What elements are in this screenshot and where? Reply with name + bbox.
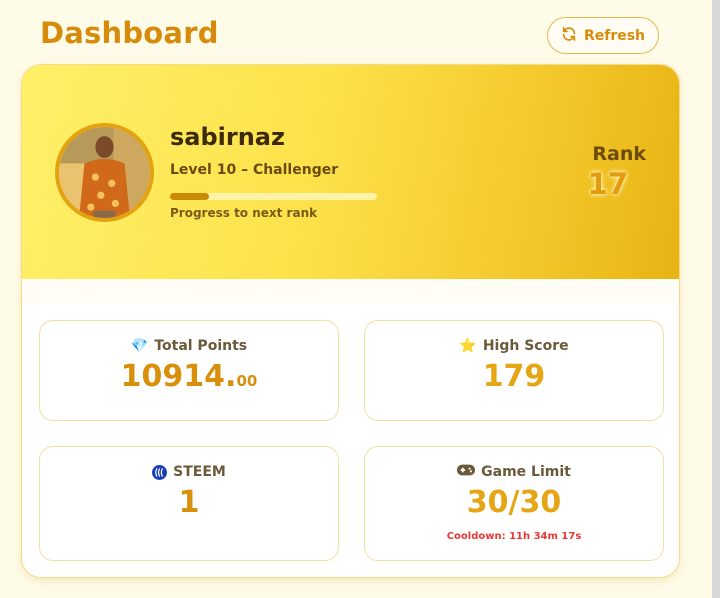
progress-label: Progress to next rank	[170, 206, 318, 220]
rank-progress-fill	[170, 193, 210, 200]
rank-progress-bar	[170, 193, 377, 200]
stat-value-steem: 1	[178, 485, 200, 520]
stat-label-game-limit: Game Limit	[481, 464, 571, 480]
cooldown-timer: Cooldown: 11h 34m 17s	[446, 531, 582, 542]
total-points-integer: 10914.	[120, 359, 237, 394]
refresh-icon	[561, 26, 577, 46]
hero-spacer	[22, 279, 679, 303]
dashboard-header: Dashboard Refresh	[40, 14, 660, 58]
profile-card: sabirnaz Level 10 – Challenger Progress …	[21, 64, 680, 578]
refresh-button[interactable]: Refresh	[547, 17, 659, 54]
stat-value-high-score: 179	[482, 359, 546, 394]
stat-value-total-points: 10914.00	[40, 359, 338, 394]
gamepad-icon	[457, 464, 476, 480]
stat-label-total-points: Total Points	[154, 338, 248, 354]
level-text: Level 10 – Challenger	[170, 162, 339, 178]
stat-card-high-score: ⭐ High Score 179	[364, 320, 664, 421]
stat-value-game-limit: 30/30	[466, 485, 562, 520]
stat-label-high-score: High Score	[482, 338, 569, 354]
rank-value: 17	[587, 167, 628, 201]
total-points-decimal: 00	[236, 372, 258, 390]
stat-card-steem: STEEM 1	[39, 446, 339, 561]
username: sabirnaz	[170, 123, 285, 151]
vertical-scrollbar[interactable]	[712, 0, 720, 598]
page-title: Dashboard	[40, 16, 219, 50]
stat-card-total-points: 💎 Total Points 10914.00	[39, 320, 339, 421]
avatar	[55, 123, 154, 222]
stat-label-steem: STEEM	[173, 464, 226, 480]
refresh-button-label: Refresh	[583, 27, 646, 44]
profile-hero: sabirnaz Level 10 – Challenger Progress …	[22, 65, 679, 279]
stat-card-game-limit: Game Limit 30/30 Cooldown: 11h 34m 17s	[364, 446, 664, 561]
steem-logo-icon	[152, 464, 168, 480]
rank-label: Rank	[592, 143, 646, 165]
gem-icon: 💎	[130, 338, 149, 354]
star-icon: ⭐	[459, 338, 477, 354]
